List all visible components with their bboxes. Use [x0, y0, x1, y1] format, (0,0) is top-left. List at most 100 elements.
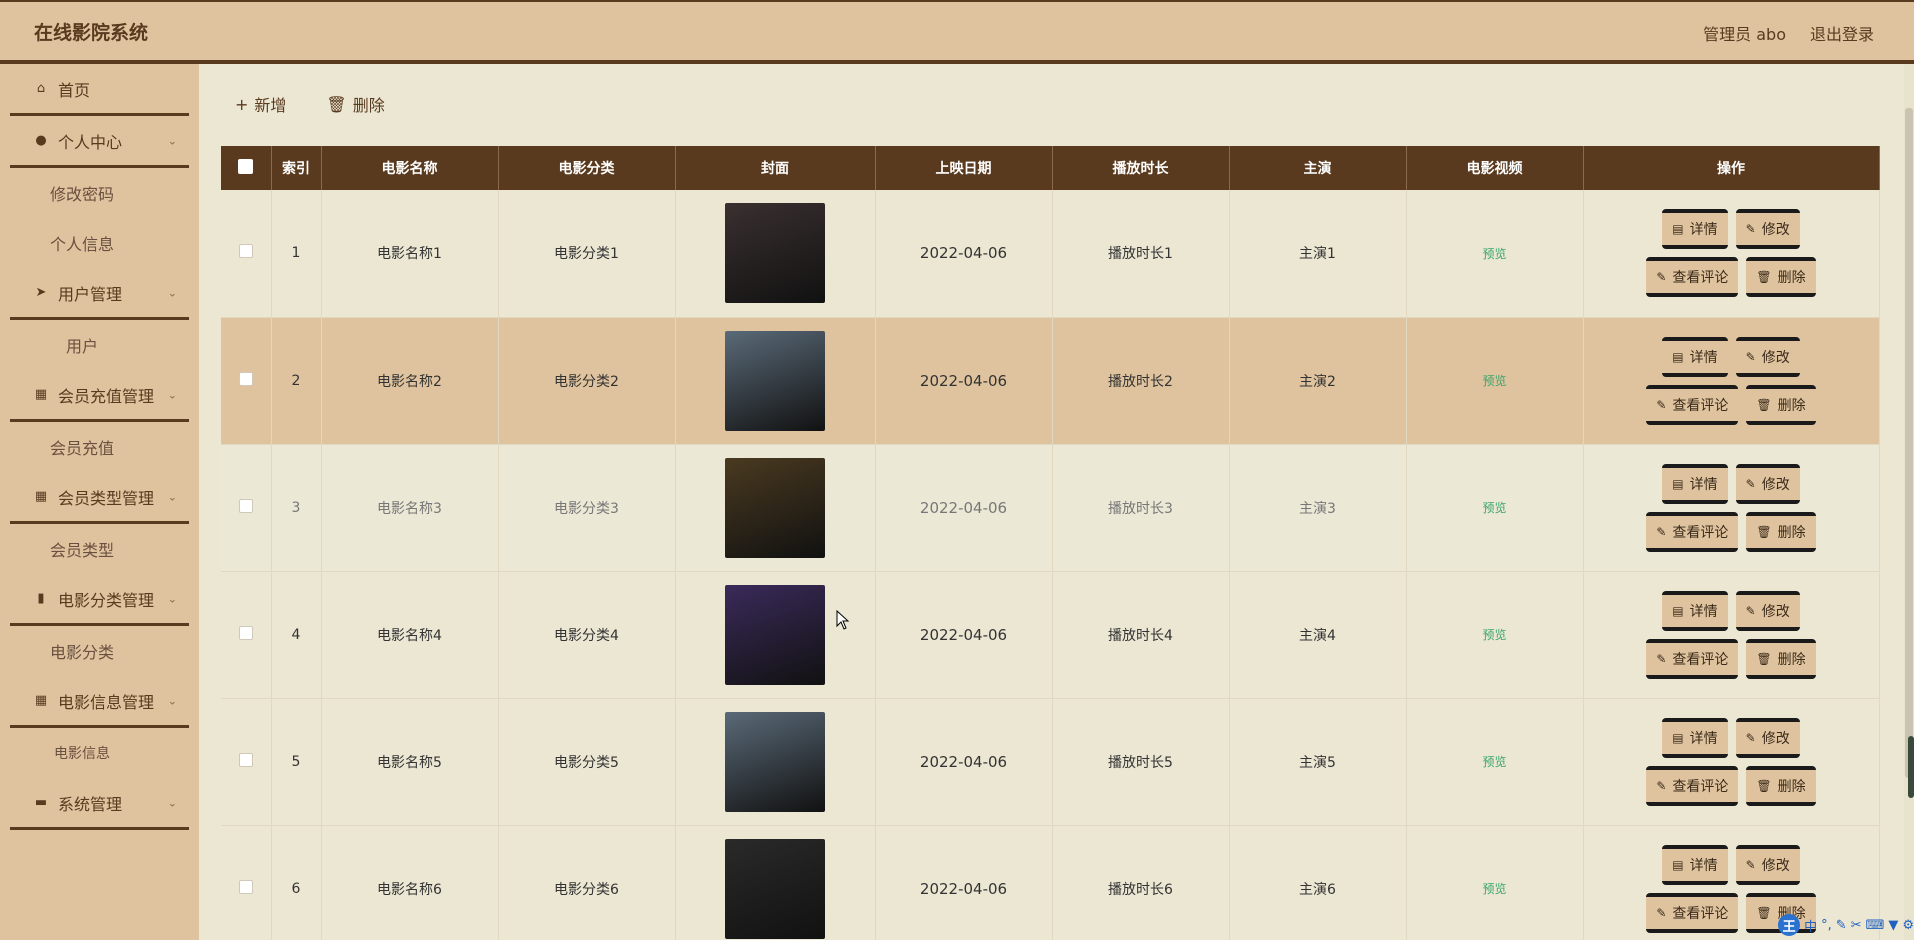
- preview-link[interactable]: 预览: [1482, 374, 1506, 388]
- detail-button[interactable]: ▤ 详情: [1662, 844, 1728, 885]
- col-header-cover: 封面: [675, 146, 876, 190]
- table-row[interactable]: 1 电影名称1 电影分类1 2022-04-06 播放时长1 主演1 预览 ▤ 详情 ✎ 修改 ✎ 查看…: [221, 190, 1880, 318]
- cell-date: 2022-04-06: [875, 698, 1053, 826]
- sidebar-item-users[interactable]: ➤ 用户管理 ⌄: [10, 268, 189, 320]
- add-button[interactable]: + 新增: [235, 92, 286, 116]
- cell-index: 1: [271, 190, 322, 318]
- top-header: 在线影院系统 管理员 abo 退出登录: [0, 0, 1914, 64]
- movie-cover-image: [725, 838, 825, 939]
- table-row[interactable]: 2 电影名称2 电影分类2 2022-04-06 播放时长2 主演2 预览 ▤ 详情 ✎ 修改 ✎ 查看…: [221, 317, 1880, 445]
- delete-label: 删除: [1777, 651, 1806, 668]
- edit-icon: ✎: [1656, 651, 1667, 666]
- view-comments-button[interactable]: ✎ 查看评论: [1646, 765, 1739, 806]
- side-handle[interactable]: [1908, 736, 1914, 798]
- delete-label: 删除: [1777, 397, 1806, 414]
- table-row[interactable]: 4 电影名称4 电影分类4 2022-04-06 播放时长4 主演4 预览 ▤ 详情 ✎ 修改 ✎ 查看…: [221, 571, 1880, 699]
- bulk-delete-button[interactable]: 🗑 删除: [326, 92, 384, 116]
- row-checkbox[interactable]: [238, 625, 253, 640]
- detail-button[interactable]: ▤ 详情: [1662, 717, 1728, 758]
- row-select-cell[interactable]: [221, 190, 272, 318]
- scrollbar-thumb[interactable]: [1905, 108, 1913, 778]
- sidebar-subitem-movie-category[interactable]: 电影分类: [0, 626, 199, 676]
- row-checkbox[interactable]: [238, 752, 253, 767]
- delete-button[interactable]: 🗑 删除: [1746, 765, 1816, 806]
- cell-date: 2022-04-06: [875, 571, 1053, 699]
- delete-button[interactable]: 🗑 删除: [1746, 257, 1816, 298]
- edit-button[interactable]: ✎ 修改: [1735, 717, 1800, 758]
- ime-scissors-icon[interactable]: ✂: [1851, 918, 1862, 933]
- sidebar-item-movie-info[interactable]: ▦ 电影信息管理 ⌄: [10, 676, 189, 728]
- sidebar-item-member-type[interactable]: ▦ 会员类型管理 ⌄: [10, 472, 189, 524]
- row-select-cell[interactable]: [221, 571, 272, 699]
- chevron-down-icon: ⌄: [167, 490, 177, 503]
- cell-video: 预览: [1406, 190, 1584, 318]
- detail-button[interactable]: ▤ 详情: [1662, 590, 1728, 631]
- row-select-cell[interactable]: [221, 317, 272, 445]
- col-header-actor: 主演: [1229, 146, 1407, 190]
- comments-label: 查看评论: [1672, 778, 1729, 795]
- view-comments-button[interactable]: ✎ 查看评论: [1646, 638, 1739, 679]
- sidebar-subitem-user[interactable]: 用户: [0, 320, 199, 370]
- detail-button[interactable]: ▤ 详情: [1662, 209, 1728, 250]
- row-select-cell[interactable]: [221, 698, 272, 826]
- ime-pen-icon[interactable]: ✎: [1836, 918, 1847, 933]
- delete-button[interactable]: 🗑 删除: [1746, 384, 1816, 425]
- sidebar-subitem-member-type[interactable]: 会员类型: [0, 524, 199, 574]
- sidebar-item-movie-category[interactable]: ▮ 电影分类管理 ⌄: [10, 574, 189, 626]
- view-comments-button[interactable]: ✎ 查看评论: [1646, 384, 1739, 425]
- detail-button[interactable]: ▤ 详情: [1662, 336, 1728, 377]
- ime-skin-icon[interactable]: ▼: [1888, 918, 1898, 933]
- sidebar-subitem-change-password[interactable]: 修改密码: [0, 168, 199, 218]
- ime-toolbar[interactable]: 王 中 °, ✎ ✂ ⌨ ▼ ⚙: [1778, 914, 1914, 936]
- preview-link[interactable]: 预览: [1482, 628, 1506, 642]
- view-comments-button[interactable]: ✎ 查看评论: [1646, 892, 1739, 933]
- edit-button[interactable]: ✎ 修改: [1735, 336, 1800, 377]
- sidebar-item-home[interactable]: ⌂ 首页: [10, 64, 189, 116]
- select-all-header[interactable]: [221, 146, 272, 190]
- edit-button[interactable]: ✎ 修改: [1735, 844, 1800, 885]
- sidebar-subitem-movie-info[interactable]: 电影信息: [0, 728, 199, 778]
- edit-icon: ✎: [1656, 524, 1667, 539]
- delete-button[interactable]: 🗑 删除: [1746, 638, 1816, 679]
- table-row[interactable]: 6 电影名称6 电影分类6 2022-04-06 播放时长6 主演6 预览 ▤ 详情 ✎ 修改 ✎ 查看…: [221, 825, 1880, 940]
- table-row[interactable]: 5 电影名称5 电影分类5 2022-04-06 播放时长5 主演5 预览 ▤ 详情 ✎ 修改 ✎ 查看…: [221, 698, 1880, 826]
- sidebar-item-system[interactable]: ▬ 系统管理 ⌄: [10, 778, 189, 830]
- cell-ops: ▤ 详情 ✎ 修改 ✎ 查看评论 🗑 删除: [1583, 317, 1880, 445]
- ime-settings-icon[interactable]: ⚙: [1902, 918, 1914, 933]
- cell-ops: ▤ 详情 ✎ 修改 ✎ 查看评论 🗑 删除: [1583, 571, 1880, 699]
- cell-ops: ▤ 详情 ✎ 修改 ✎ 查看评论 🗑 删除: [1583, 190, 1880, 318]
- edit-button[interactable]: ✎ 修改: [1735, 590, 1800, 631]
- cell-duration: 播放时长2: [1052, 317, 1230, 445]
- preview-link[interactable]: 预览: [1482, 247, 1506, 261]
- col-header-index: 索引: [271, 146, 322, 190]
- edit-button[interactable]: ✎ 修改: [1735, 463, 1800, 504]
- logout-link[interactable]: 退出登录: [1810, 21, 1874, 45]
- vertical-scrollbar[interactable]: [1904, 64, 1914, 940]
- table-row[interactable]: 3 电影名称3 电影分类3 2022-04-06 播放时长3 主演3 预览 ▤ 详情 ✎ 修改 ✎ 查看…: [221, 444, 1880, 572]
- row-checkbox[interactable]: [238, 879, 253, 894]
- sidebar-item-recharge[interactable]: ▦ 会员充值管理 ⌄: [10, 370, 189, 422]
- row-select-cell[interactable]: [221, 825, 272, 940]
- detail-button[interactable]: ▤ 详情: [1662, 463, 1728, 504]
- row-checkbox[interactable]: [238, 371, 253, 386]
- view-comments-button[interactable]: ✎ 查看评论: [1646, 511, 1739, 552]
- edit-button[interactable]: ✎ 修改: [1735, 209, 1800, 250]
- view-comments-button[interactable]: ✎ 查看评论: [1646, 257, 1739, 298]
- delete-button[interactable]: 🗑 删除: [1746, 511, 1816, 552]
- row-checkbox[interactable]: [238, 244, 253, 259]
- sidebar-subitem-recharge[interactable]: 会员充值: [0, 422, 199, 472]
- row-checkbox[interactable]: [238, 498, 253, 513]
- ime-keyboard-icon[interactable]: ⌨: [1866, 918, 1885, 933]
- ime-punct-icon[interactable]: °,: [1821, 918, 1832, 933]
- preview-link[interactable]: 预览: [1482, 882, 1506, 896]
- preview-link[interactable]: 预览: [1482, 501, 1506, 515]
- sidebar-subitem-profile[interactable]: 个人信息: [0, 218, 199, 268]
- movie-cover-image: [725, 457, 825, 558]
- ime-mode[interactable]: 中: [1804, 916, 1817, 935]
- comments-label: 查看评论: [1672, 651, 1729, 668]
- select-all-checkbox[interactable]: [238, 158, 254, 174]
- document-icon: ▤: [1672, 857, 1684, 872]
- preview-link[interactable]: 预览: [1482, 755, 1506, 769]
- sidebar-item-personal[interactable]: ● 个人中心 ⌄: [10, 116, 189, 168]
- row-select-cell[interactable]: [221, 444, 272, 572]
